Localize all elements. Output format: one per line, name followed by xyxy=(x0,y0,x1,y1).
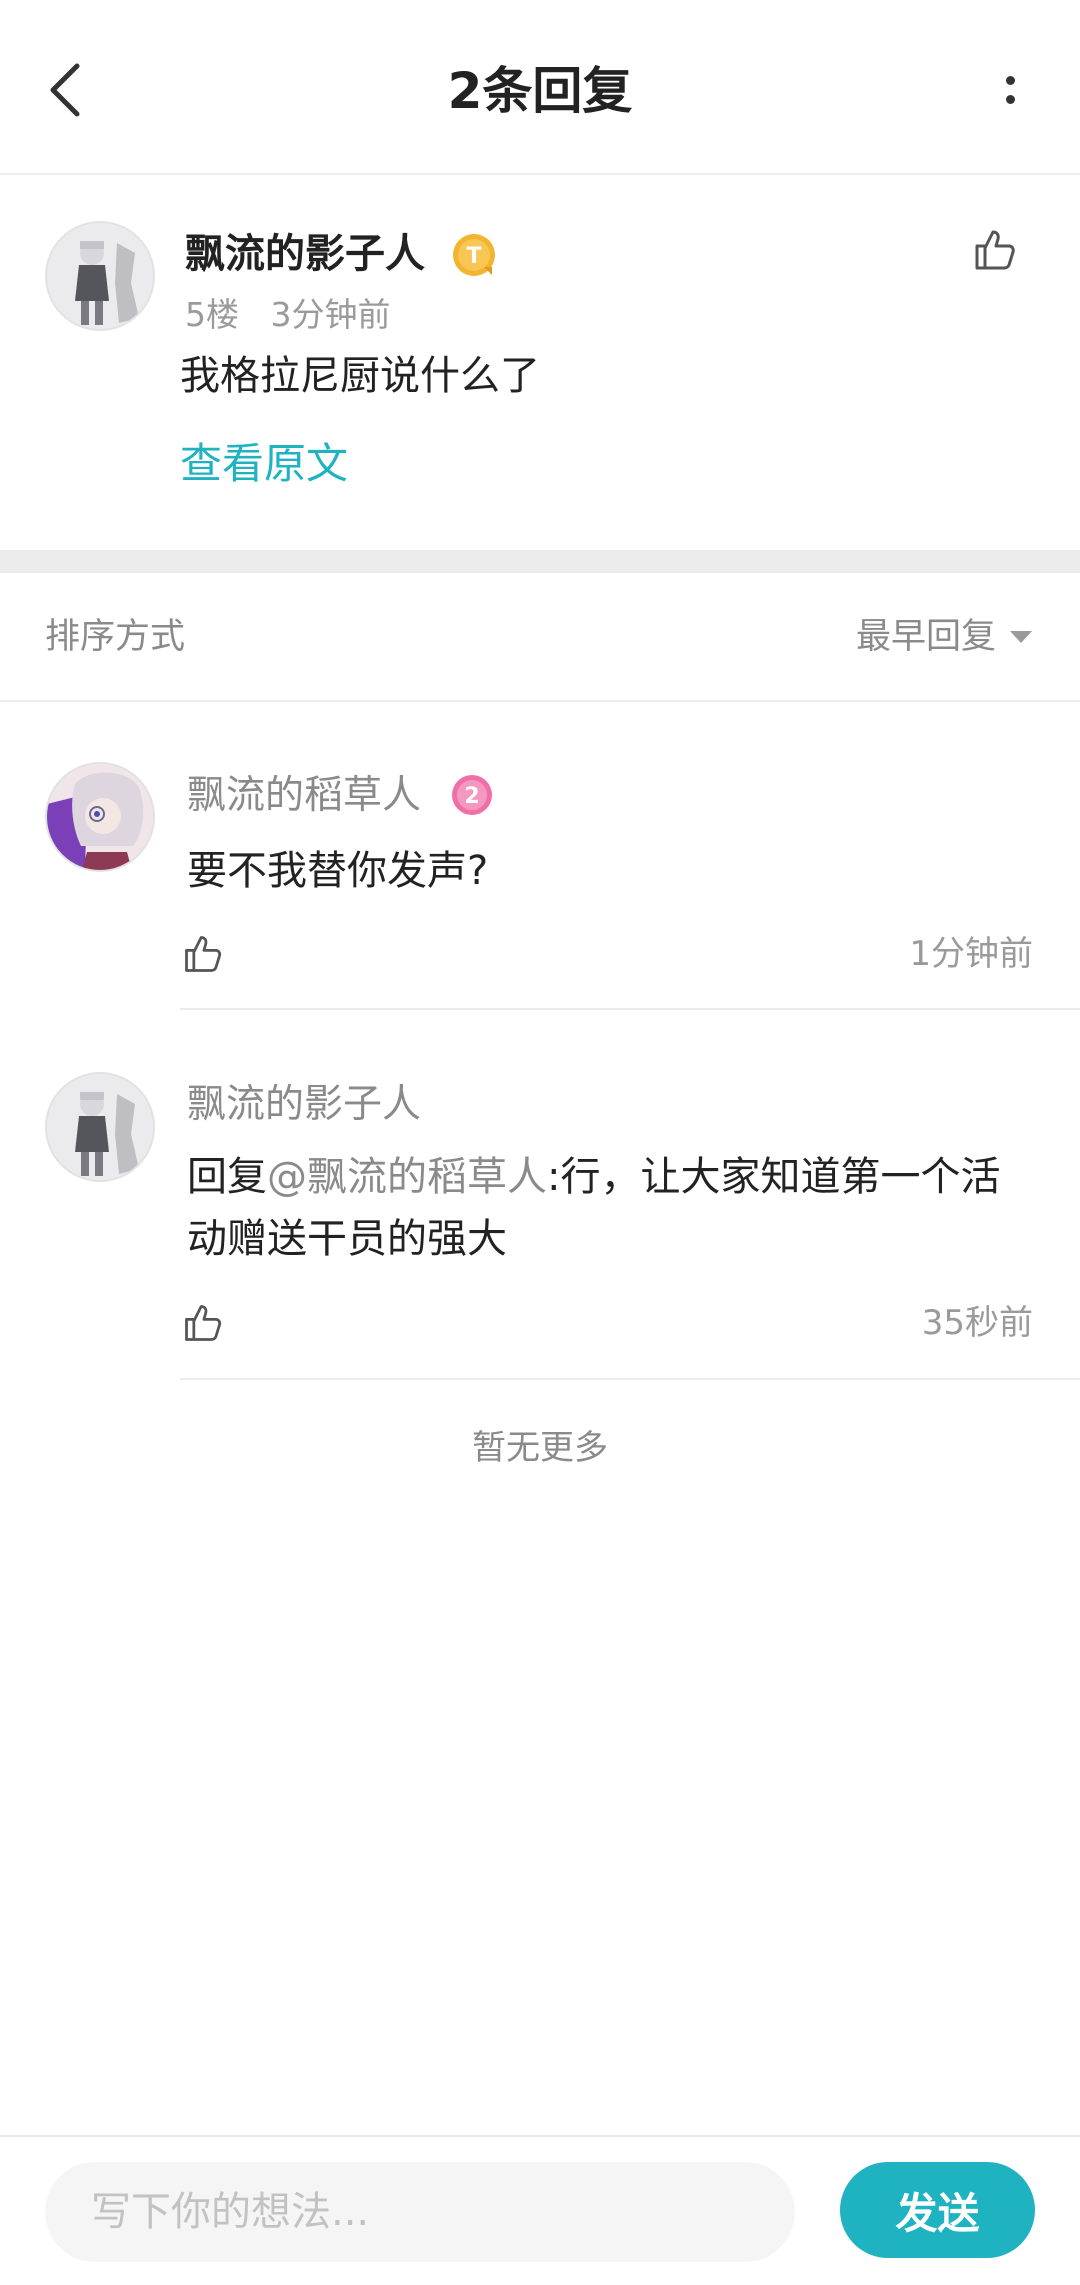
avatar[interactable] xyxy=(45,1072,155,1182)
timestamp: 1分钟前 xyxy=(909,934,1033,974)
original-comment: 飘流的影子人 T 5楼 3分钟前 我格拉尼厨说什么了 查看原文 xyxy=(0,177,1080,550)
sort-dropdown[interactable]: 最早回复 xyxy=(856,613,1032,661)
section-divider xyxy=(0,550,1080,573)
reply-text: 回复@飘流的稻草人:行，让大家知道第一个活动赠送干员的强大 xyxy=(187,1146,1037,1270)
sort-label: 排序方式 xyxy=(45,617,186,657)
more-vertical-icon xyxy=(1005,76,1015,85)
author-name[interactable]: 飘流的稻草人 xyxy=(187,769,421,823)
comment-composer: 发送 xyxy=(0,2135,1080,2285)
sort-selected-value: 最早回复 xyxy=(855,617,996,657)
reply-item: 飘流的影子人 回复@飘流的稻草人:行，让大家知道第一个活动赠送干员的强大 35秒… xyxy=(0,1012,1080,1380)
page-title: 2条回复 xyxy=(447,62,633,120)
comment-input[interactable] xyxy=(45,2162,795,2262)
floor-number: 5楼 xyxy=(185,295,239,334)
gold-t-badge-icon: T xyxy=(453,234,495,276)
author-name[interactable]: 飘流的影子人 xyxy=(187,1078,421,1132)
row-divider xyxy=(180,1378,1080,1380)
svg-text:T: T xyxy=(466,244,481,269)
sort-bar: 排序方式 最早回复 xyxy=(0,573,1080,702)
timestamp: 35秒前 xyxy=(921,1303,1033,1343)
thumbs-up-icon xyxy=(975,230,1015,270)
avatar[interactable] xyxy=(45,762,155,872)
row-divider xyxy=(180,1008,1080,1010)
send-button[interactable]: 发送 xyxy=(840,2162,1035,2258)
thumbs-up-icon xyxy=(185,1305,222,1341)
reply-prefix: 回复 xyxy=(187,1154,267,1200)
thumbs-up-icon xyxy=(185,936,222,972)
reply-item: 飘流的稻草人 2 要不我替你发声? 1分钟前 xyxy=(0,702,1080,1010)
like-button[interactable] xyxy=(175,1295,231,1351)
caret-down-icon xyxy=(1010,631,1032,643)
no-more-text: 暂无更多 xyxy=(472,1428,608,1468)
svg-text:2: 2 xyxy=(464,784,479,809)
like-button[interactable] xyxy=(967,222,1023,278)
level-2-badge-icon: 2 xyxy=(452,775,492,815)
reply-text: 要不我替你发声? xyxy=(187,848,489,894)
view-original-link[interactable]: 查看原文 xyxy=(180,435,348,493)
timestamp: 3分钟前 xyxy=(270,295,391,334)
more-options-button[interactable] xyxy=(980,60,1040,120)
mention-link[interactable]: @飘流的稻草人 xyxy=(267,1154,547,1200)
avatar[interactable] xyxy=(45,221,155,331)
comment-text: 我格拉尼厨说什么了 xyxy=(180,353,540,399)
author-name[interactable]: 飘流的影子人 xyxy=(185,227,425,281)
top-bar: 2条回复 xyxy=(0,0,1080,175)
comment-meta: 5楼 3分钟前 xyxy=(185,293,390,337)
like-button[interactable] xyxy=(175,926,231,982)
